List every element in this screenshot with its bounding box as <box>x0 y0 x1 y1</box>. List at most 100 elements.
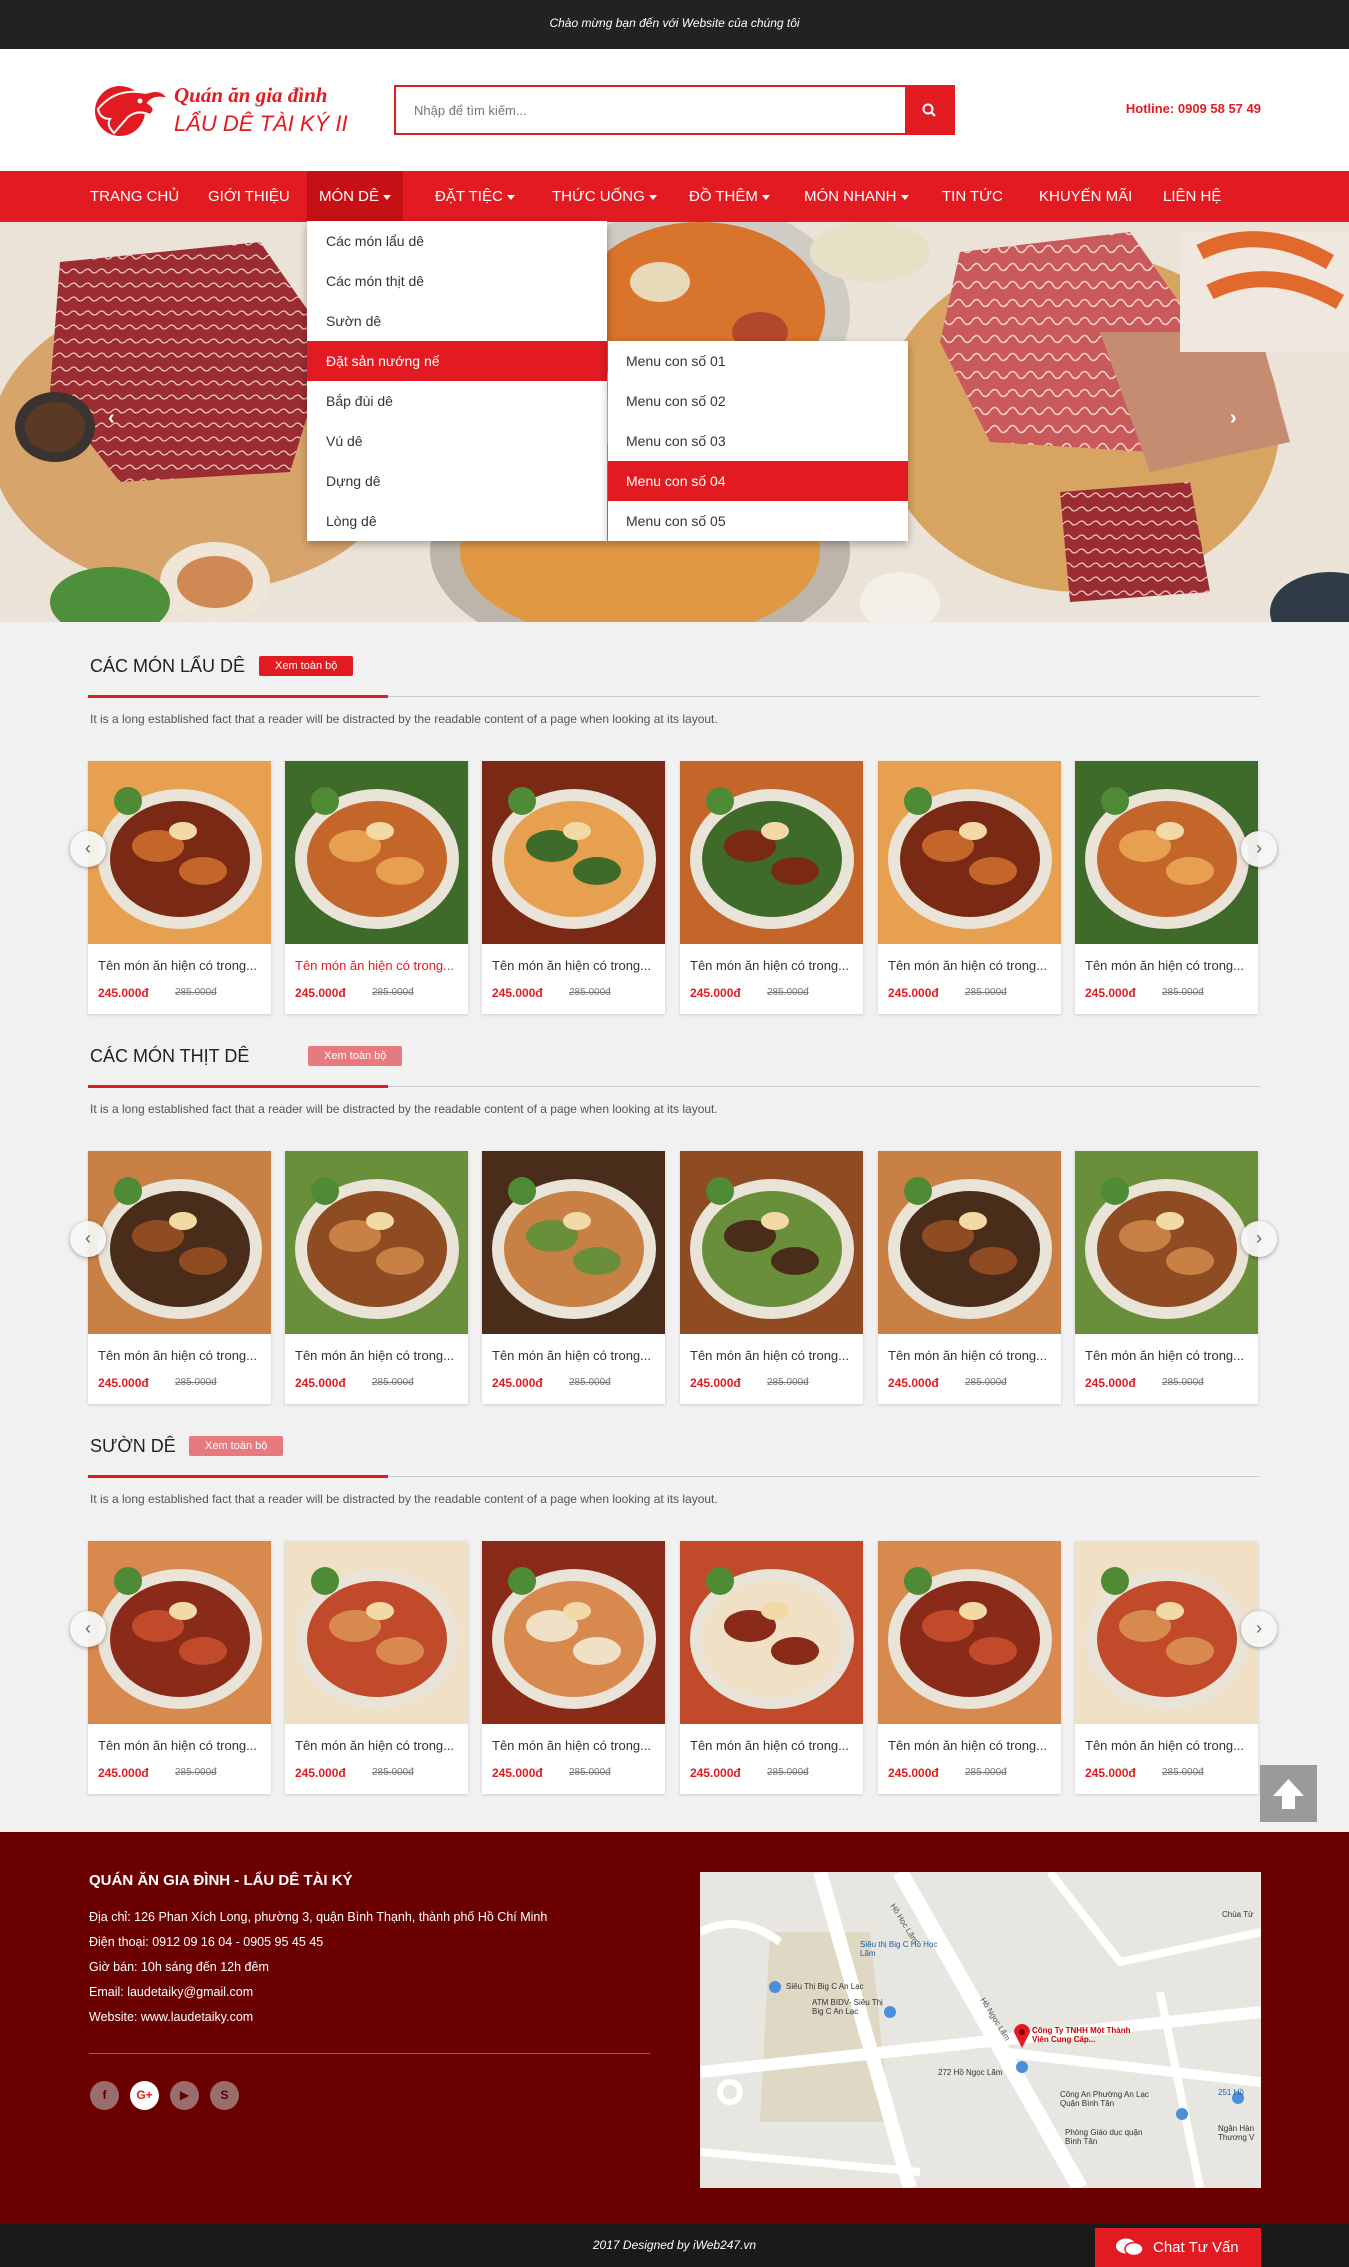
product-card[interactable]: Tên món ăn hiện có trong... 245.000đ 285.0… <box>482 1541 665 1794</box>
product-name[interactable]: Tên món ăn hiện có trong... <box>295 1738 454 1753</box>
product-image[interactable] <box>285 761 468 944</box>
nav-item-dat-tiec[interactable]: ĐẶT TIỆC <box>423 171 527 222</box>
product-image[interactable] <box>680 1541 863 1724</box>
carousel-prev-button[interactable]: ‹ <box>70 1611 106 1647</box>
product-name[interactable]: Tên món ăn hiện có trong... <box>492 958 651 973</box>
google-plus-icon[interactable]: G+ <box>130 2081 159 2110</box>
product-card[interactable]: Tên món ăn hiện có trong... 245.000đ 285.0… <box>680 1541 863 1794</box>
product-name[interactable]: Tên món ăn hiện có trong... <box>98 958 257 973</box>
product-name[interactable]: Tên món ăn hiện có trong... <box>1085 1738 1244 1753</box>
location-map[interactable]: Siêu thị Big C Hồ Học Lãm Siêu Thị Big C… <box>700 1872 1261 2188</box>
nav-item-mon-de[interactable]: MÓN DÊ <box>307 171 403 222</box>
nav-item-mon-nhanh[interactable]: MÓN NHANH <box>792 171 921 222</box>
facebook-icon[interactable]: f <box>90 2081 119 2110</box>
chat-button[interactable]: Chat Tư Vấn <box>1095 2228 1261 2267</box>
product-card[interactable]: Tên món ăn hiện có trong... 245.000đ 285.0… <box>285 1151 468 1404</box>
carousel-prev-button[interactable]: ‹ <box>70 1221 106 1257</box>
product-image[interactable] <box>1075 1541 1258 1724</box>
product-image[interactable] <box>878 1541 1061 1724</box>
product-image[interactable] <box>1075 761 1258 944</box>
product-card[interactable]: Tên món ăn hiện có trong... 245.000đ 285.0… <box>878 1541 1061 1794</box>
carousel-prev-button[interactable]: ‹ <box>70 831 106 867</box>
footer-website[interactable]: Website: www.laudetaiky.com <box>89 2010 253 2024</box>
product-image[interactable] <box>285 1151 468 1334</box>
product-card[interactable]: Tên món ăn hiện có trong... 245.000đ 285.0… <box>88 761 271 1014</box>
product-image[interactable] <box>680 761 863 944</box>
product-name[interactable]: Tên món ăn hiện có trong... <box>888 958 1047 973</box>
product-name[interactable]: Tên món ăn hiện có trong... <box>1085 958 1244 973</box>
product-image[interactable] <box>482 1151 665 1334</box>
product-name[interactable]: Tên món ăn hiện có trong... <box>888 1738 1047 1753</box>
product-name[interactable]: Tên món ăn hiện có trong... <box>492 1738 651 1753</box>
product-image[interactable] <box>88 1541 271 1724</box>
product-card[interactable]: Tên món ăn hiện có trong... 245.000đ 285.0… <box>482 1151 665 1404</box>
nav-item-promo[interactable]: KHUYẾN MÃI <box>1027 171 1144 222</box>
product-name[interactable]: Tên món ăn hiện có trong... <box>492 1348 651 1363</box>
carousel-next-button[interactable]: › <box>1241 831 1277 867</box>
product-card[interactable]: Tên món ăn hiện có trong... 245.000đ 285.0… <box>1075 761 1258 1014</box>
site-logo[interactable]: Quán ăn gia đình LẨU DÊ TÀI KÝ II <box>88 81 358 139</box>
product-card[interactable]: Tên món ăn hiện có trong... 245.000đ 285.0… <box>285 761 468 1014</box>
product-card[interactable]: Tên món ăn hiện có trong... 245.000đ 285.0… <box>88 1151 271 1404</box>
submenu-item[interactable]: Menu con số 02 <box>608 381 908 421</box>
youtube-icon[interactable]: ▶ <box>170 2081 199 2110</box>
product-image[interactable] <box>88 1151 271 1334</box>
carousel-next-button[interactable]: › <box>1241 1221 1277 1257</box>
search-input[interactable] <box>396 87 896 133</box>
product-name[interactable]: Tên món ăn hiện có trong... <box>98 1738 257 1753</box>
nav-item-home[interactable]: TRANG CHỦ <box>78 171 191 222</box>
product-card[interactable]: Tên món ăn hiện có trong... 245.000đ 285.0… <box>878 761 1061 1014</box>
product-image[interactable] <box>482 1541 665 1724</box>
dropdown-item[interactable]: Bắp đùi dê <box>307 381 607 421</box>
banner-next-arrow[interactable]: › <box>1230 407 1237 430</box>
view-all-button[interactable]: Xem toàn bộ <box>259 656 354 676</box>
nav-item-thuc-uong[interactable]: THỨC UỐNG <box>540 171 669 222</box>
nav-item-contact[interactable]: LIÊN HỆ <box>1151 171 1233 222</box>
dropdown-item[interactable]: Các món lẩu dê <box>307 221 607 261</box>
product-card[interactable]: Tên món ăn hiện có trong... 245.000đ 285.0… <box>88 1541 271 1794</box>
hotline[interactable]: Hotline: 0909 58 57 49 <box>1126 101 1261 116</box>
product-card[interactable]: Tên món ăn hiện có trong... 245.000đ 285.0… <box>680 761 863 1014</box>
product-card[interactable]: Tên món ăn hiện có trong... 245.000đ 285.0… <box>680 1151 863 1404</box>
product-name[interactable]: Tên món ăn hiện có trong... <box>295 1348 454 1363</box>
banner-prev-arrow[interactable]: ‹ <box>108 407 115 430</box>
dropdown-item[interactable]: Các món thịt dê <box>307 261 607 301</box>
product-name[interactable]: Tên món ăn hiện có trong... <box>295 958 454 973</box>
dropdown-item[interactable]: Vú dê <box>307 421 607 461</box>
product-image[interactable] <box>482 761 665 944</box>
product-name[interactable]: Tên món ăn hiện có trong... <box>690 1348 849 1363</box>
product-card[interactable]: Tên món ăn hiện có trong... 245.000đ 285.0… <box>1075 1151 1258 1404</box>
dropdown-item[interactable]: Sườn dê <box>307 301 607 341</box>
submenu-item[interactable]: Menu con số 03 <box>608 421 908 461</box>
product-name[interactable]: Tên món ăn hiện có trong... <box>1085 1348 1244 1363</box>
dropdown-item[interactable]: Dựng dê <box>307 461 607 501</box>
submenu-item[interactable]: Menu con số 01 <box>608 341 908 381</box>
product-image[interactable] <box>88 761 271 944</box>
nav-item-about[interactable]: GIỚI THIỆU <box>196 171 302 222</box>
product-card[interactable]: Tên món ăn hiện có trong... 245.000đ 285.0… <box>878 1151 1061 1404</box>
product-name[interactable]: Tên món ăn hiện có trong... <box>690 1738 849 1753</box>
product-card[interactable]: Tên món ăn hiện có trong... 245.000đ 285.0… <box>285 1541 468 1794</box>
view-all-button[interactable]: Xem toàn bộ <box>308 1046 403 1066</box>
product-image[interactable] <box>285 1541 468 1724</box>
skype-icon[interactable]: S <box>210 2081 239 2110</box>
product-name[interactable]: Tên món ăn hiện có trong... <box>98 1348 257 1363</box>
product-image[interactable] <box>878 761 1061 944</box>
product-image[interactable] <box>1075 1151 1258 1334</box>
search-button[interactable] <box>905 87 953 133</box>
dropdown-item[interactable]: Lòng dê <box>307 501 607 541</box>
view-all-button[interactable]: Xem toàn bộ <box>189 1436 284 1456</box>
product-name[interactable]: Tên món ăn hiện có trong... <box>888 1348 1047 1363</box>
product-image[interactable] <box>878 1151 1061 1334</box>
submenu-item[interactable]: Menu con số 05 <box>608 501 908 541</box>
product-name[interactable]: Tên món ăn hiện có trong... <box>690 958 849 973</box>
product-card[interactable]: Tên món ăn hiện có trong... 245.000đ 285.0… <box>482 761 665 1014</box>
product-card[interactable]: Tên món ăn hiện có trong... 245.000đ 285.0… <box>1075 1541 1258 1794</box>
product-image[interactable] <box>680 1151 863 1334</box>
dropdown-item-active[interactable]: Đặt sản nướng nế <box>307 341 607 381</box>
footer-email[interactable]: Email: laudetaiky@gmail.com <box>89 1985 253 1999</box>
nav-item-news[interactable]: TIN TỨC <box>930 171 1015 222</box>
submenu-item-active[interactable]: Menu con số 04 <box>608 461 908 501</box>
back-to-top-button[interactable] <box>1260 1765 1317 1822</box>
nav-item-do-them[interactable]: ĐỒ THÊM <box>677 171 782 222</box>
